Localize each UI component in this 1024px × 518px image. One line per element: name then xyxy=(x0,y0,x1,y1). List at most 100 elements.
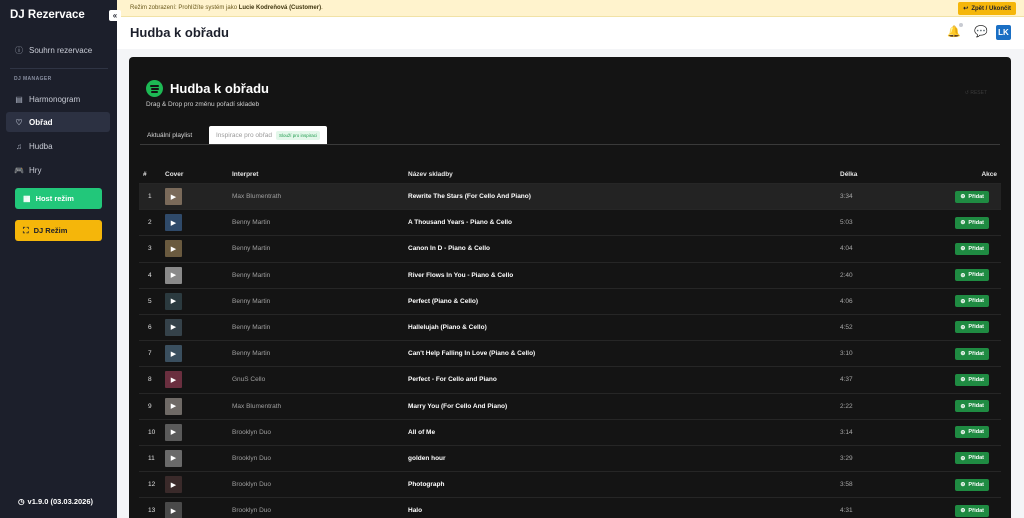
track-number: 8 xyxy=(148,376,152,384)
cover-image[interactable]: ▶ xyxy=(165,397,182,415)
sidebar-item-label: Hudba xyxy=(29,141,53,151)
track-cover[interactable]: ▶ xyxy=(165,420,183,445)
cover-image[interactable]: ▶ xyxy=(165,240,182,258)
play-icon[interactable]: ▶ xyxy=(171,245,176,253)
back-exit-button[interactable]: ↩ Zpět / Ukončit xyxy=(958,2,1016,15)
sidebar-item-summary[interactable]: ⓘ Souhrn rezervace xyxy=(6,40,110,60)
table-row[interactable]: 11 ▶ Brooklyn Duo golden hour 3:29 ⊕ Přidat xyxy=(139,444,1001,471)
play-icon[interactable]: ▶ xyxy=(171,193,176,201)
table-row[interactable]: 3 ▶ Benny Martin Canon In D - Piano & Cello… xyxy=(139,235,1001,261)
track-number: 12 xyxy=(148,481,156,489)
tab-current-playlist[interactable]: Aktuální playlist xyxy=(140,126,199,144)
host-mode-button[interactable]: ▦ Host režim xyxy=(15,188,102,209)
add-track-button[interactable]: ⊕ Přidat xyxy=(955,295,989,308)
cover-image[interactable]: ▶ xyxy=(165,476,182,494)
avatar[interactable]: LK xyxy=(996,25,1011,40)
play-icon[interactable]: ▶ xyxy=(171,350,176,358)
add-track-button[interactable]: ⊕ Přidat xyxy=(955,452,989,465)
play-icon[interactable]: ▶ xyxy=(171,376,176,384)
table-row[interactable]: 6 ▶ Benny Martin Hallelujah (Piano & Cello)… xyxy=(139,313,1001,340)
add-track-button[interactable]: ⊕ Přidat xyxy=(955,373,989,386)
add-track-button[interactable]: ⊕ Přidat xyxy=(955,400,989,412)
tab-label: Inspirace pro obřad xyxy=(216,131,273,139)
track-cover[interactable]: ▶ xyxy=(165,341,183,366)
chat-icon[interactable]: 💬 xyxy=(974,25,988,38)
play-icon[interactable]: ▶ xyxy=(171,507,176,515)
add-track-button[interactable]: ⊕ Přidat xyxy=(955,426,989,439)
reset-button[interactable]: ↺ RESET xyxy=(965,90,987,96)
bell-icon[interactable]: 🔔 xyxy=(947,25,961,38)
play-icon[interactable]: ▶ xyxy=(171,428,176,436)
play-icon[interactable]: ▶ xyxy=(171,219,176,227)
table-row[interactable]: 13 ▶ Brooklyn Duo Halo 4:31 ⊕ Přidat xyxy=(139,497,1001,518)
track-cover[interactable]: ▶ xyxy=(165,367,183,392)
track-number: 9 xyxy=(148,402,152,410)
add-track-button[interactable]: ⊕ Přidat xyxy=(955,269,989,282)
cover-image[interactable]: ▶ xyxy=(165,292,182,310)
add-track-label: Přidat xyxy=(968,324,984,331)
track-artist: Benny Martin xyxy=(232,350,271,358)
track-cover[interactable]: ▶ xyxy=(165,289,183,314)
track-cover[interactable]: ▶ xyxy=(165,394,183,419)
track-number: 1 xyxy=(148,193,152,200)
sidebar-section-title: DJ MANAGER xyxy=(14,76,52,82)
cover-image[interactable]: ▶ xyxy=(165,266,182,284)
cover-image[interactable]: ▶ xyxy=(165,502,182,518)
track-cover[interactable]: ▶ xyxy=(165,263,183,288)
play-icon[interactable]: ▶ xyxy=(171,402,176,410)
add-track-button[interactable]: ⊕ Přidat xyxy=(955,216,989,229)
sidebar-collapse-button[interactable]: « xyxy=(109,10,121,21)
cover-image[interactable]: ▶ xyxy=(165,449,182,467)
track-cover[interactable]: ▶ xyxy=(165,498,183,518)
add-track-button[interactable]: ⊕ Přidat xyxy=(955,504,989,517)
cover-image[interactable]: ▶ xyxy=(165,188,182,205)
track-cover[interactable]: ▶ xyxy=(165,236,183,261)
cover-image[interactable]: ▶ xyxy=(165,345,182,363)
add-track-button[interactable]: ⊕ Přidat xyxy=(955,478,989,491)
table-row[interactable]: 7 ▶ Benny Martin Can't Help Falling In Love… xyxy=(139,340,1001,366)
track-cover[interactable]: ▶ xyxy=(165,184,183,209)
cover-image[interactable]: ▶ xyxy=(165,371,182,389)
play-icon[interactable]: ▶ xyxy=(171,297,176,305)
table-row[interactable]: 5 ▶ Benny Martin Perfect (Piano & Cello) 4:0… xyxy=(139,287,1001,314)
cover-image[interactable]: ▶ xyxy=(165,423,182,441)
add-track-button[interactable]: ⊕ Přidat xyxy=(955,347,989,360)
plus-circle-icon: ⊕ xyxy=(960,351,966,358)
table-row[interactable]: 9 ▶ Max Blumentrath Marry You (For Cello An… xyxy=(139,392,1001,419)
table-row[interactable]: 8 ▶ GnuS Cello Perfect - For Cello and Pian… xyxy=(139,366,1001,392)
track-cover[interactable]: ▶ xyxy=(165,446,183,471)
panel-subtitle: Drag & Drop pro změnu pořadí skladeb xyxy=(146,101,260,108)
track-action: ⊕ Přidat xyxy=(955,210,989,235)
track-title: A Thousand Years - Piano & Cello xyxy=(408,219,513,227)
sidebar-item-obrad[interactable]: ♡ Obřad xyxy=(6,112,110,132)
cover-image[interactable]: ▶ xyxy=(165,318,182,336)
table-row[interactable]: 4 ▶ Benny Martin River Flows In You - Piano… xyxy=(139,261,1001,288)
add-track-button[interactable]: ⊕ Přidat xyxy=(955,190,989,203)
track-artist: Brooklyn Duo xyxy=(232,454,272,462)
track-number: 11 xyxy=(148,454,155,462)
tab-inspiration[interactable]: Inspirace pro obřad Slouží pro inspiraci xyxy=(209,126,328,144)
add-track-label: Přidat xyxy=(968,272,984,279)
table-row[interactable]: 12 ▶ Brooklyn Duo Photograph 3:58 ⊕ Přidat xyxy=(139,471,1001,497)
banner-user: Lucie Kodreňová (Customer) xyxy=(238,5,322,11)
play-icon[interactable]: ▶ xyxy=(171,481,176,489)
table-row[interactable]: 10 ▶ Brooklyn Duo All of Me 3:14 ⊕ Přidat xyxy=(139,418,1001,445)
table-row[interactable]: 2 ▶ Benny Martin A Thousand Years - Piano &… xyxy=(139,209,1001,235)
dj-mode-button[interactable]: ⛶ DJ Režim xyxy=(15,220,102,241)
play-icon[interactable]: ▶ xyxy=(171,323,176,331)
track-action: ⊕ Přidat xyxy=(955,315,989,340)
sidebar-item-hry[interactable]: 🎮 Hry xyxy=(6,160,110,180)
play-icon[interactable]: ▶ xyxy=(171,271,176,279)
track-cover[interactable]: ▶ xyxy=(165,472,183,497)
play-icon[interactable]: ▶ xyxy=(171,454,176,462)
table-row[interactable]: 1 ▶ Max Blumentrath Rewrite The Stars (For … xyxy=(139,183,1001,210)
add-track-button[interactable]: ⊕ Přidat xyxy=(955,242,989,255)
sidebar-item-harmonogram[interactable]: ▤ Harmonogram xyxy=(6,89,110,109)
track-cover[interactable]: ▶ xyxy=(165,210,183,235)
cover-image[interactable]: ▶ xyxy=(165,214,182,232)
sidebar-item-hudba[interactable]: ♫ Hudba xyxy=(6,136,110,156)
track-cover[interactable]: ▶ xyxy=(165,315,183,340)
add-track-button[interactable]: ⊕ Přidat xyxy=(955,321,989,334)
add-track-label: Přidat xyxy=(968,245,984,252)
plus-circle-icon: ⊕ xyxy=(960,429,966,436)
